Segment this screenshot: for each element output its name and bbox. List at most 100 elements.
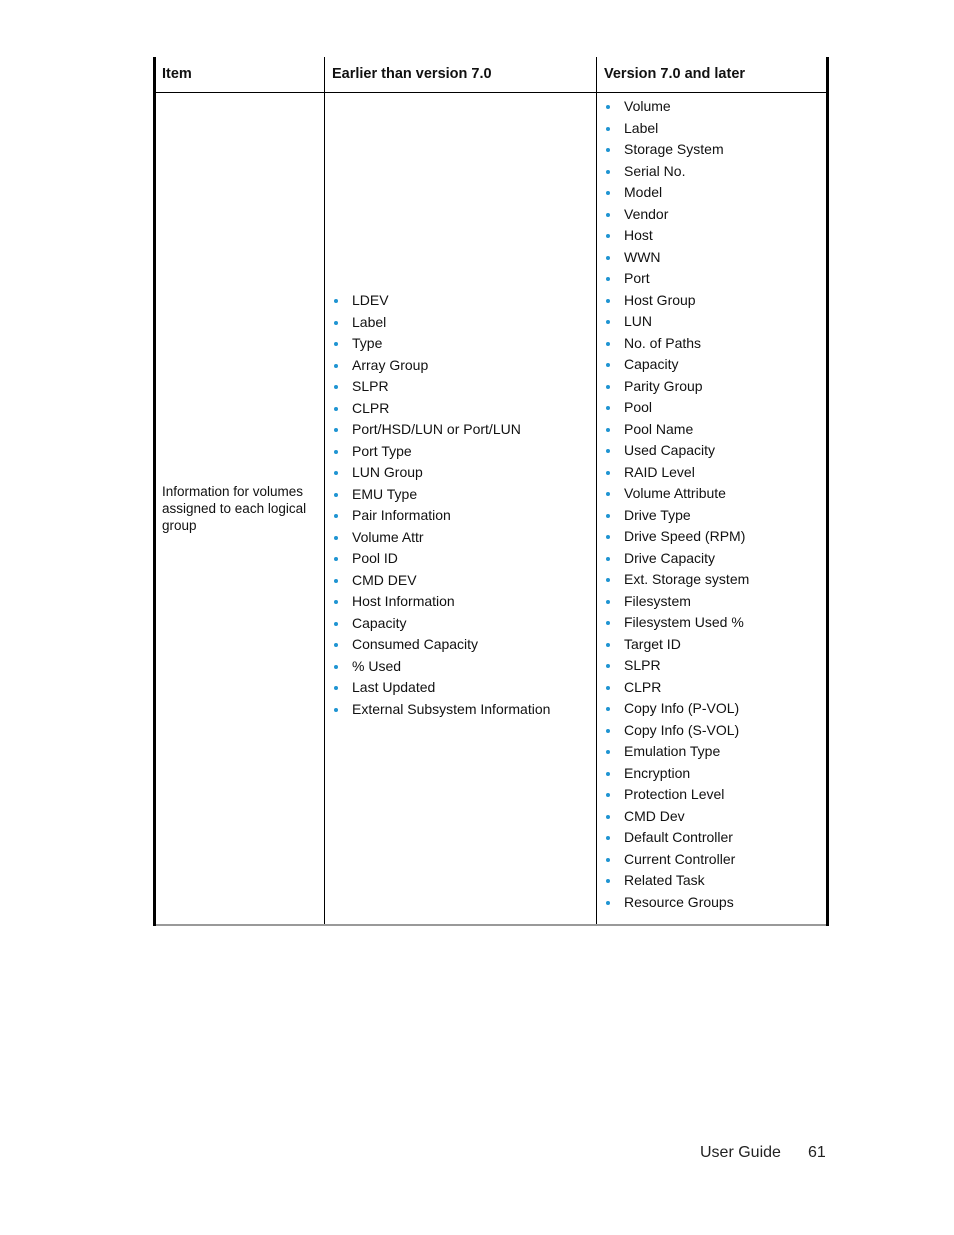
list-item: CLPR — [332, 398, 550, 420]
list-item: Used Capacity — [604, 440, 749, 462]
list-item: CMD DEV — [332, 570, 550, 592]
list-item-label: CLPR — [624, 678, 662, 695]
list-item-label: Parity Group — [624, 377, 703, 394]
list-item-label: Array Group — [352, 356, 429, 373]
list-item: Last Updated — [332, 677, 550, 699]
bullet-icon — [606, 728, 610, 733]
list-item-label: % Used — [352, 657, 402, 674]
table-bottom-border — [156, 924, 826, 926]
bullet-icon — [334, 385, 338, 389]
bullet-icon — [606, 707, 610, 711]
list-item: Drive Capacity — [604, 548, 749, 570]
list-item-label: Drive Type — [624, 506, 691, 523]
list-item-label: Label — [624, 119, 659, 136]
list-item-label: Emulation Type — [624, 743, 721, 759]
list-item-label: Filesystem — [624, 592, 691, 609]
list-item: Drive Speed (RPM) — [604, 526, 749, 548]
list-item-label: Model — [624, 184, 663, 200]
list-item-label: Host Information — [352, 593, 455, 609]
bullet-icon — [606, 470, 610, 475]
header-later-version: Version 7.0 and later — [604, 66, 746, 82]
comparison-table: Item Earlier than version 7.0 Version 7.… — [153, 57, 829, 926]
list-item-label: LUN — [624, 313, 653, 329]
bullet-icon — [606, 535, 610, 539]
bullet-icon — [334, 535, 338, 540]
bullet-icon — [334, 600, 338, 604]
bullet-icon — [606, 341, 610, 346]
bullet-icon — [334, 621, 338, 626]
list-item: CMD Dev — [604, 806, 749, 828]
list-item-label: Protection Level — [624, 786, 725, 802]
list-item-label: CMD Dev — [624, 807, 685, 824]
list-item: Ext. Storage system — [604, 569, 749, 591]
table-left-border — [153, 57, 156, 926]
list-item-label: Last Updated — [352, 679, 436, 695]
list-item-label: Capacity — [624, 356, 679, 372]
list-item: Model — [604, 182, 749, 204]
list-item-label: Resource Groups — [624, 893, 734, 910]
bullet-icon — [606, 234, 610, 238]
bullet-icon — [606, 685, 610, 690]
list-item-label: CMD DEV — [352, 571, 417, 588]
list-item: Label — [332, 312, 550, 334]
list-item: Copy Info (S-VOL) — [604, 720, 749, 742]
list-item: Serial No. — [604, 161, 749, 183]
list-item-label: Port — [624, 270, 650, 286]
list-item: Capacity — [604, 354, 749, 376]
bullet-icon — [606, 427, 610, 432]
bullet-icon — [606, 169, 610, 174]
bullet-icon — [334, 707, 338, 712]
list-item-label: No. of Paths — [624, 334, 702, 351]
list-item-label: Filesystem Used % — [624, 614, 744, 630]
list-item: Host Information — [332, 591, 550, 613]
bullet-icon — [606, 406, 610, 410]
list-item: Port — [604, 268, 749, 290]
list-item-label: Vendor — [624, 205, 669, 222]
list-item: % Used — [332, 656, 550, 678]
bullet-icon — [606, 857, 610, 862]
bullet-icon — [606, 191, 610, 195]
list-item-label: Copy Info (P-VOL) — [624, 700, 740, 716]
list-item-label: Drive Speed (RPM) — [624, 528, 746, 544]
list-item: Encryption — [604, 763, 749, 785]
list-item: CLPR — [604, 677, 749, 699]
list-item-label: Pool — [624, 399, 653, 415]
bullet-icon — [334, 686, 338, 690]
list-item-label: Related Task — [624, 872, 705, 888]
bullet-icon — [606, 793, 610, 797]
bullet-icon — [606, 556, 610, 561]
column-divider — [596, 57, 597, 926]
bullet-icon — [606, 513, 610, 518]
list-item: LUN — [604, 311, 749, 333]
list-item-label: Ext. Storage system — [624, 571, 750, 587]
bullet-icon — [606, 212, 610, 217]
bullet-icon — [334, 557, 338, 561]
list-item-label: Copy Info (S-VOL) — [624, 721, 740, 738]
list-item-label: Serial No. — [624, 162, 686, 179]
list-item: Host — [604, 225, 749, 247]
list-item-label: SLPR — [352, 378, 389, 394]
list-item-label: Pool Name — [624, 420, 694, 437]
list-item: Port/HSD/LUN or Port/LUN — [332, 419, 550, 441]
list-item-label: Pair Information — [352, 507, 451, 523]
list-item-label: Storage System — [624, 141, 724, 157]
bullet-icon — [606, 277, 610, 281]
list-item-label: Volume — [624, 98, 671, 114]
bullet-icon — [606, 449, 610, 453]
bullet-icon — [606, 664, 610, 668]
list-item-label: RAID Level — [624, 463, 695, 480]
list-item: Port Type — [332, 441, 550, 463]
list-item-label: CLPR — [352, 399, 390, 416]
list-item: Storage System — [604, 139, 749, 161]
list-item-label: Pool ID — [352, 550, 398, 566]
list-item: SLPR — [332, 376, 550, 398]
list-item-label: External Subsystem Information — [352, 700, 551, 717]
list-item: Pool — [604, 397, 749, 419]
list-item: Copy Info (P-VOL) — [604, 698, 749, 720]
bullet-icon — [606, 320, 610, 324]
list-item-label: Drive Capacity — [624, 549, 716, 566]
list-item: Target ID — [604, 634, 749, 656]
bullet-icon — [334, 428, 338, 432]
bullet-icon — [606, 900, 610, 905]
list-item: Parity Group — [604, 376, 749, 398]
